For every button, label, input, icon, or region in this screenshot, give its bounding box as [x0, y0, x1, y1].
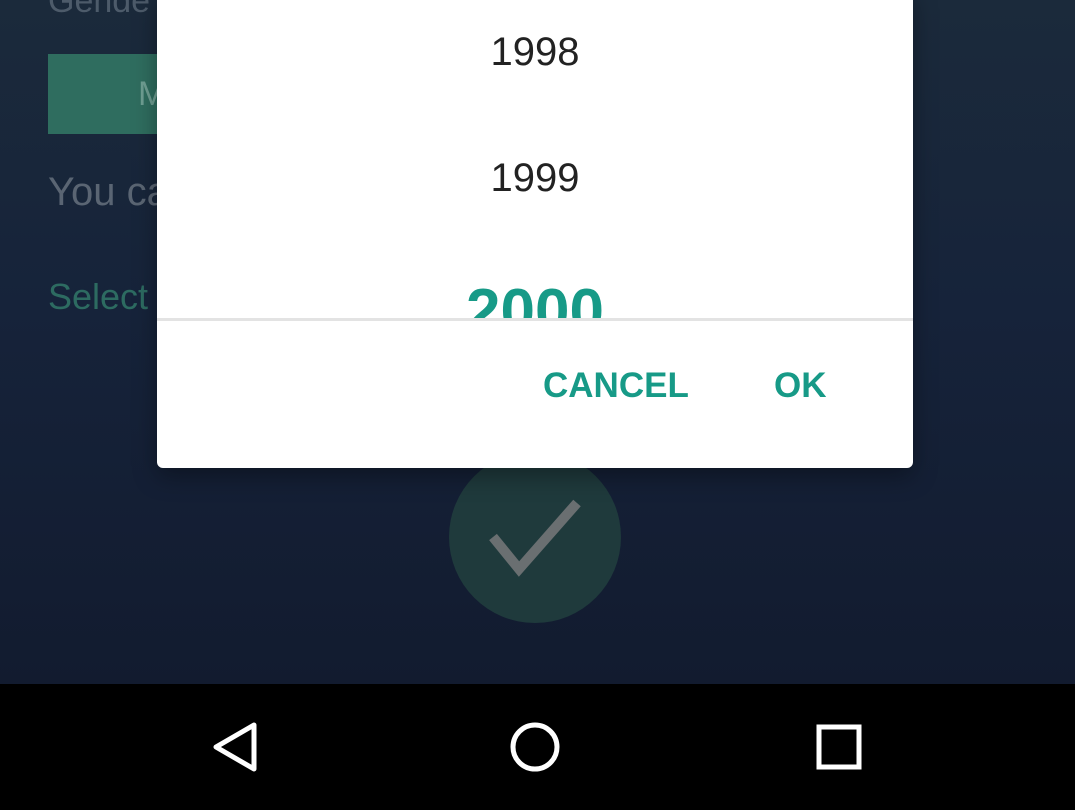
screen: Gende M You ca Select 1998 1999 2000 CAN… — [0, 0, 1075, 810]
gender-label: Gende — [48, 0, 151, 20]
home-button[interactable] — [505, 717, 565, 777]
select-birth-year-link: Select — [48, 276, 149, 317]
navigation-bar — [0, 684, 1075, 810]
year-picker-dialog: 1998 1999 2000 CANCEL OK — [157, 0, 913, 468]
cancel-button[interactable]: CANCEL — [531, 361, 701, 411]
year-item-selected[interactable]: 2000 — [157, 276, 913, 319]
year-list[interactable]: 1998 1999 2000 — [157, 0, 913, 319]
check-icon — [489, 499, 581, 577]
year-item[interactable]: 1999 — [157, 156, 913, 201]
dialog-actions: CANCEL OK — [157, 321, 913, 468]
year-item[interactable]: 1998 — [157, 30, 913, 75]
back-triangle-icon — [213, 722, 257, 772]
home-circle-icon — [510, 722, 560, 772]
recents-square-icon — [816, 724, 862, 770]
info-text: You ca — [48, 170, 169, 214]
recents-button[interactable] — [809, 717, 869, 777]
ok-button[interactable]: OK — [762, 361, 839, 411]
back-button[interactable] — [204, 717, 264, 777]
confirm-fab — [449, 451, 621, 623]
